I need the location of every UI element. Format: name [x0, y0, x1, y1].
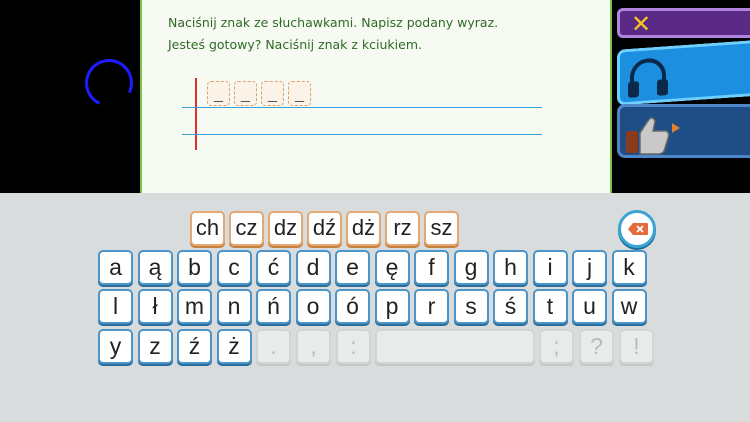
digraph-key[interactable]: rz — [385, 211, 420, 246]
instruction-line-2: Jesteś gotowy? Naciśnij znak z kciukiem. — [168, 37, 422, 52]
backspace-icon — [628, 223, 648, 235]
letter-key[interactable]: g — [453, 250, 489, 285]
letter-key[interactable]: y — [98, 329, 133, 364]
letter-key[interactable]: ł — [137, 289, 173, 324]
letter-key[interactable]: t — [532, 289, 568, 324]
letter-key[interactable]: ć — [256, 250, 291, 285]
on-screen-keyboard: ch cz dz dź dż rz sz a ą b c ć d e ę f g h i j k l ł m n ń o ó p r s ś t… — [0, 193, 750, 422]
answer-slot[interactable]: _ — [234, 81, 257, 106]
writing-line-bottom — [182, 134, 542, 135]
letter-key[interactable]: s — [453, 289, 489, 324]
listen-button[interactable] — [617, 40, 750, 106]
letter-key[interactable]: u — [572, 289, 607, 324]
digraph-key[interactable]: sz — [424, 211, 459, 246]
digraph-key[interactable]: dź — [307, 211, 342, 246]
letter-key[interactable]: ę — [374, 250, 410, 285]
letter-key[interactable]: h — [493, 250, 528, 285]
letter-key[interactable]: f — [414, 250, 449, 285]
letter-key[interactable]: r — [414, 289, 449, 324]
punctuation-key: ! — [619, 329, 654, 364]
backspace-button[interactable] — [618, 210, 656, 248]
letter-key[interactable]: a — [98, 250, 133, 285]
letter-key[interactable]: ń — [256, 289, 291, 324]
letter-key[interactable]: ź — [177, 329, 212, 364]
letter-key[interactable]: j — [572, 250, 607, 285]
loading-spinner — [78, 52, 140, 114]
margin-line — [195, 78, 197, 150]
letter-key[interactable]: o — [295, 289, 331, 324]
letter-key[interactable]: e — [335, 250, 370, 285]
punctuation-key: , — [296, 329, 331, 364]
letter-key[interactable]: w — [611, 289, 647, 324]
letter-key[interactable]: ó — [335, 289, 370, 324]
answer-slot[interactable]: _ — [261, 81, 284, 106]
space-key[interactable] — [375, 329, 535, 364]
punctuation-key: ; — [539, 329, 574, 364]
letter-key[interactable]: m — [177, 289, 212, 324]
letter-key[interactable]: b — [177, 250, 212, 285]
letter-key[interactable]: k — [611, 250, 647, 285]
thumbs-up-icon — [626, 117, 680, 155]
letter-key[interactable]: d — [295, 250, 331, 285]
letter-key[interactable]: i — [532, 250, 568, 285]
digraph-key[interactable]: cz — [229, 211, 264, 246]
letter-key[interactable]: ż — [216, 329, 252, 364]
letter-key[interactable]: l — [98, 289, 133, 324]
digraph-key[interactable]: dż — [346, 211, 381, 246]
letter-key[interactable]: p — [374, 289, 410, 324]
task-card: Naciśnij znak ze słuchawkami. Napisz pod… — [140, 0, 612, 200]
letter-key[interactable]: ś — [493, 289, 528, 324]
digraph-key[interactable]: ch — [190, 211, 225, 246]
letter-key[interactable]: ą — [137, 250, 173, 285]
close-button[interactable]: ✕ — [617, 8, 750, 38]
answer-slot[interactable]: _ — [288, 81, 311, 106]
writing-line-top — [182, 107, 542, 108]
headphones-icon — [628, 58, 668, 98]
letter-key[interactable]: c — [216, 250, 252, 285]
answer-slot[interactable]: _ — [207, 81, 230, 106]
ready-button[interactable] — [617, 104, 750, 158]
instruction-line-1: Naciśnij znak ze słuchawkami. Napisz pod… — [168, 15, 499, 30]
close-icon: ✕ — [631, 10, 652, 38]
letter-key[interactable]: z — [137, 329, 173, 364]
punctuation-key: ? — [579, 329, 614, 364]
punctuation-key: . — [256, 329, 291, 364]
digraph-key[interactable]: dz — [268, 211, 303, 246]
punctuation-key: : — [336, 329, 371, 364]
answer-slots: _ _ _ _ — [207, 81, 311, 106]
letter-key[interactable]: n — [216, 289, 252, 324]
